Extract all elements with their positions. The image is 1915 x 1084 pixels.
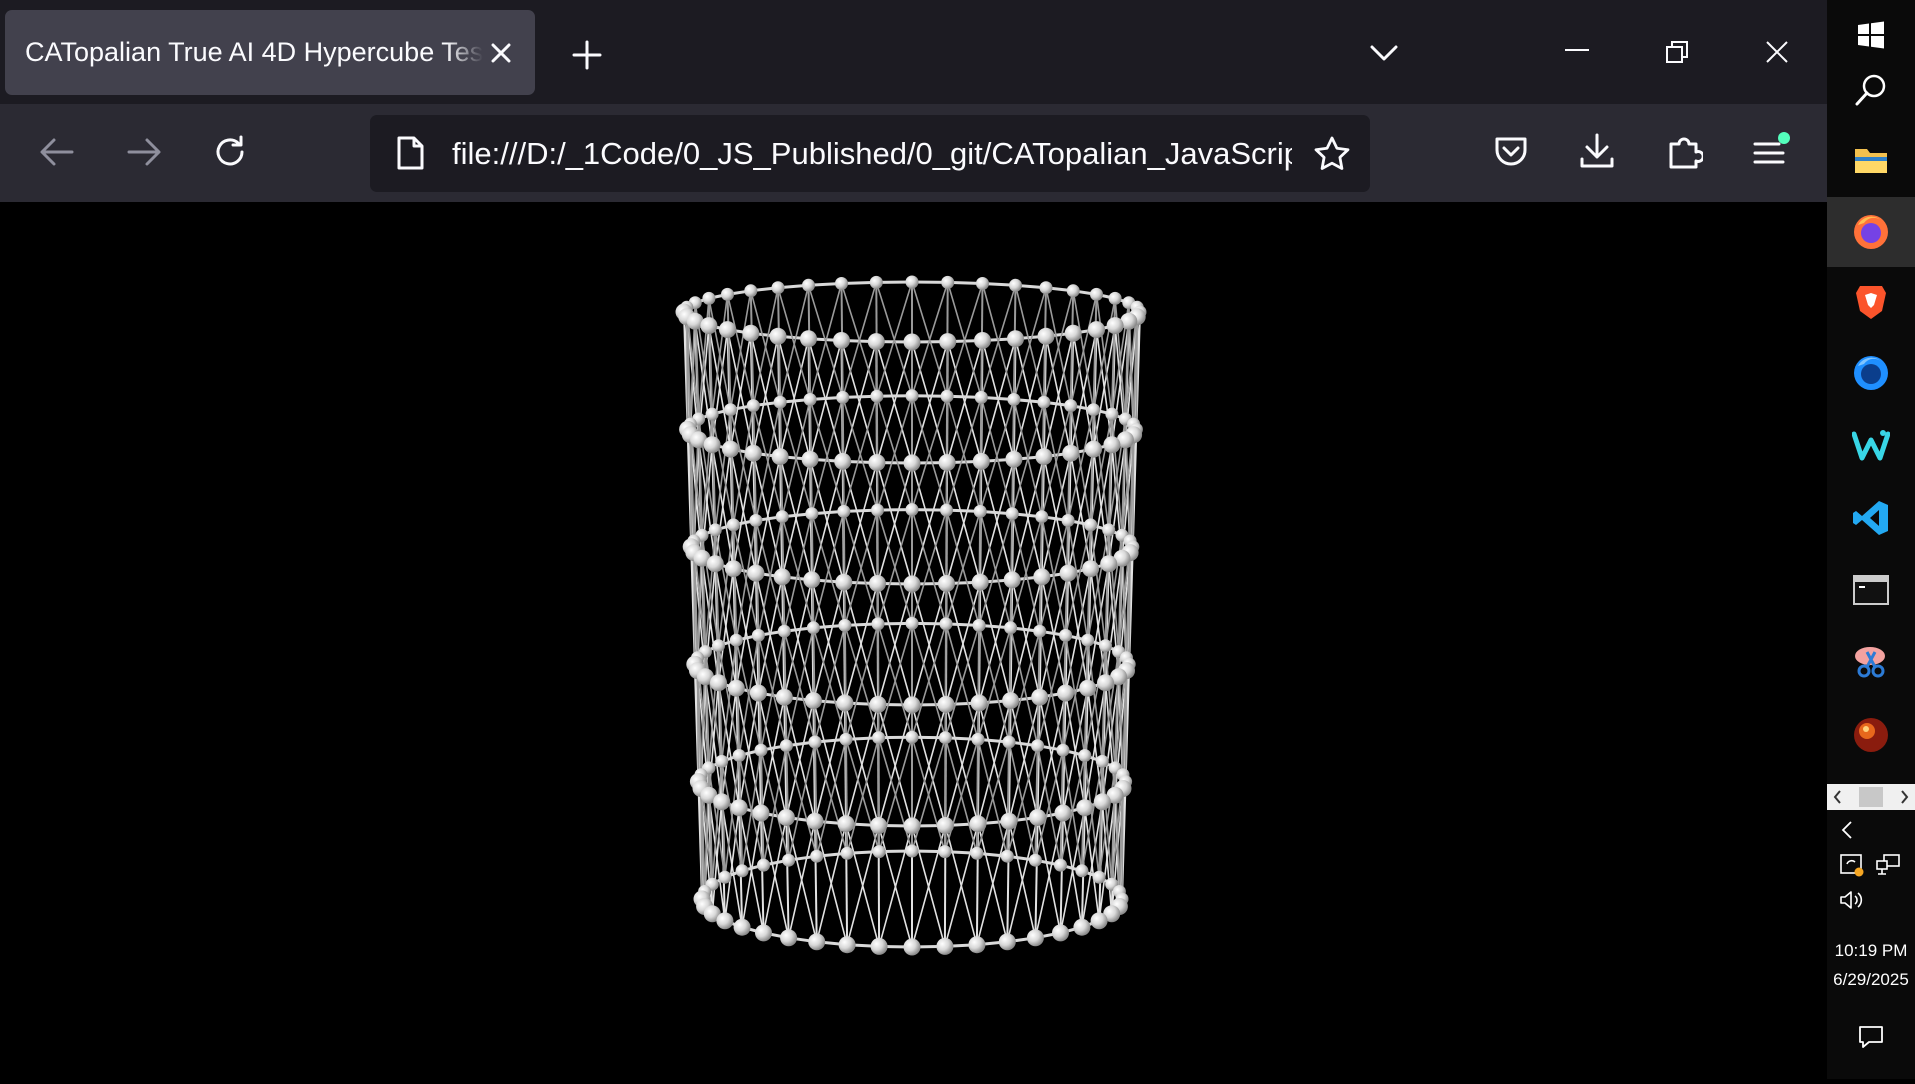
chevron-left-icon[interactable] [1827,784,1915,810]
reload-icon[interactable] [210,132,250,172]
tab-bar: CATopalian True AI 4D Hypercube Tesserac… [0,0,1827,104]
chevron-down-icon[interactable] [1364,33,1404,73]
navigation-toolbar: file:///D:/_1Code/0_JS_Published/0_git/C… [0,104,1827,202]
hypercube-3d-render [0,202,1827,1079]
star-icon[interactable] [1311,133,1353,175]
close-icon[interactable] [1757,32,1797,72]
game-icon[interactable] [1827,700,1915,770]
puzzle-icon[interactable] [1664,130,1706,172]
brave-icon[interactable] [1827,267,1915,337]
notification-icon[interactable] [1853,1020,1889,1054]
page-content [0,202,1827,1079]
windows-taskbar: 10:19 PM 6/29/2025 [1827,0,1915,1079]
close-icon[interactable] [483,35,519,71]
network-icon[interactable] [1871,850,1905,880]
document-icon [390,133,430,173]
restore-icon[interactable] [1657,32,1697,72]
arrow-left-icon[interactable] [37,132,77,172]
terminal-icon[interactable] [1827,555,1915,625]
plus-icon[interactable] [567,35,607,75]
file-explorer-icon[interactable] [1827,125,1915,195]
snipping-tool-icon[interactable] [1827,627,1915,697]
tab-active[interactable]: CATopalian True AI 4D Hypercube Tesserac… [5,10,535,95]
vscode-icon[interactable] [1827,483,1915,553]
windsurf-icon[interactable] [1827,410,1915,480]
minimize-icon[interactable] [1557,30,1597,70]
firefox-developer-icon[interactable] [1827,338,1915,408]
pocket-icon[interactable] [1490,131,1532,173]
clock-date[interactable]: 6/29/2025 [1827,970,1915,990]
url-text[interactable]: file:///D:/_1Code/0_JS_Published/0_git/C… [452,115,1292,192]
hamburger-menu-icon[interactable] [1750,130,1792,172]
arrow-right-icon[interactable] [124,132,164,172]
volume-icon[interactable] [1835,885,1869,915]
search-icon[interactable] [1827,55,1915,125]
clock-time[interactable]: 10:19 PM [1827,941,1915,961]
firefox-icon[interactable] [1827,197,1915,267]
tab-title: CATopalian True AI 4D Hypercube Tesserac… [25,10,483,95]
browser-window: CATopalian True AI 4D Hypercube Tesserac… [0,0,1827,1079]
tray-scrollbar[interactable] [1827,784,1915,810]
sync-icon[interactable] [1835,850,1869,880]
url-bar[interactable]: file:///D:/_1Code/0_JS_Published/0_git/C… [370,115,1370,192]
chevron-left-icon[interactable] [1827,815,1867,845]
download-icon[interactable] [1576,130,1618,172]
